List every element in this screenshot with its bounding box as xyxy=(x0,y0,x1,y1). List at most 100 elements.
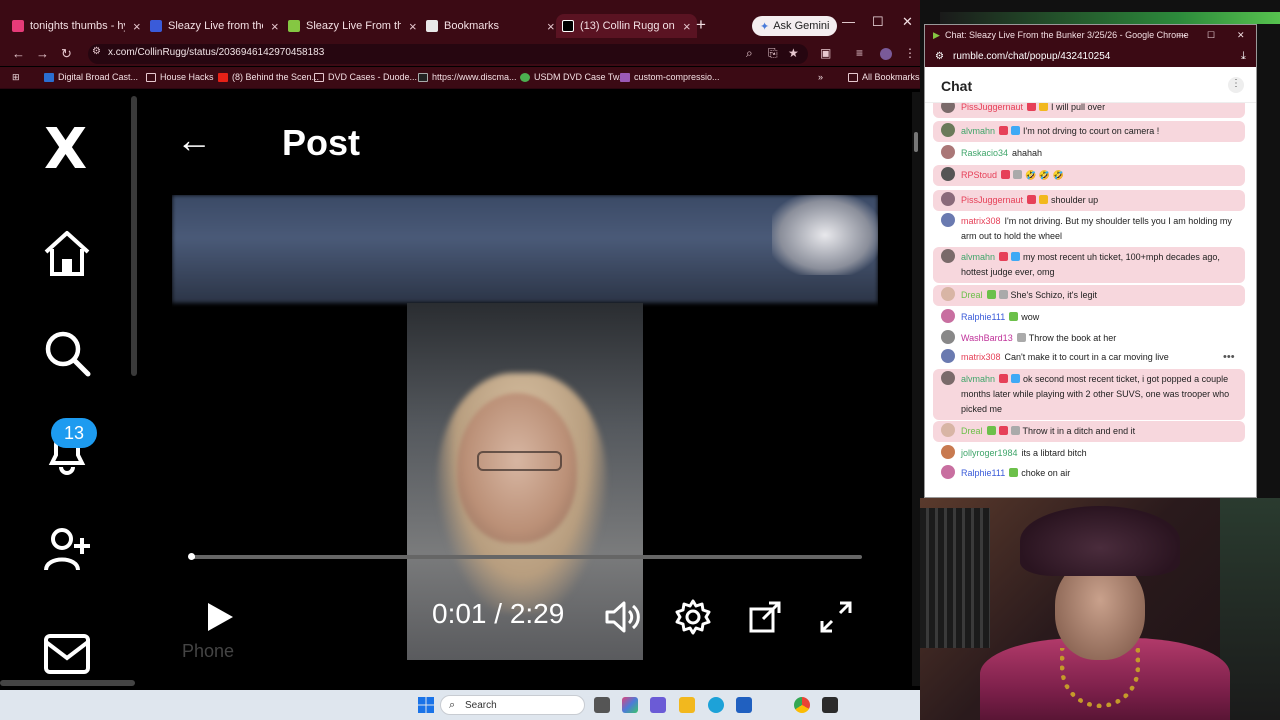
chat-username[interactable]: Dreal xyxy=(961,426,983,436)
video-player[interactable]: 0:01 / 2:29 Phone xyxy=(172,195,878,660)
home-icon[interactable] xyxy=(42,228,92,278)
video-scrubber[interactable] xyxy=(188,553,195,560)
chat-username[interactable]: Ralphie111 xyxy=(961,312,1005,322)
avatar[interactable] xyxy=(941,249,955,263)
chat-username[interactable]: matrix308 xyxy=(961,216,1001,226)
maximize-icon[interactable]: ☐ xyxy=(1207,30,1215,41)
close-tab-icon[interactable]: × xyxy=(133,19,141,34)
url-text[interactable]: x.com/CollinRugg/status/2036946142970458… xyxy=(108,47,324,58)
tab-4[interactable]: Bookmarks × xyxy=(426,14,555,38)
avatar[interactable] xyxy=(941,103,955,113)
chat-message[interactable]: RPStoud 🤣 🤣 🤣 xyxy=(933,165,1245,186)
avatar[interactable] xyxy=(941,465,955,479)
message-options-icon[interactable]: ••• xyxy=(1223,351,1235,363)
side-panel-icon[interactable]: ▣ xyxy=(820,46,831,60)
zoom-icon[interactable]: ⌕ xyxy=(746,46,753,61)
tab-3[interactable]: Sleazy Live From the Bunk × xyxy=(288,14,417,38)
extensions-icon[interactable]: ≡ xyxy=(856,46,863,60)
chat-message-list[interactable]: PissJuggernaut I will pull over alvmahn I'm… xyxy=(925,103,1256,497)
avatar[interactable] xyxy=(941,349,955,363)
reload-icon[interactable]: ↻ xyxy=(61,46,72,62)
chat-username[interactable]: jollyroger1984 xyxy=(961,448,1018,458)
close-tab-icon[interactable]: × xyxy=(409,19,417,34)
search-icon[interactable] xyxy=(42,328,92,378)
video-progress-bar[interactable] xyxy=(188,553,862,560)
close-tab-icon[interactable]: × xyxy=(547,19,555,34)
all-bookmarks[interactable]: All Bookmarks xyxy=(848,72,920,82)
close-tab-icon[interactable]: × xyxy=(271,19,279,34)
chat-message[interactable]: matrix308 I'm not driving. But my shoulde… xyxy=(933,211,1245,247)
messages-icon[interactable] xyxy=(42,628,92,678)
page-scrollbar[interactable] xyxy=(912,92,920,686)
chat-message[interactable]: Ralphie111 wow xyxy=(933,307,1245,328)
chat-message[interactable]: matrix308 Can't make it to court in a car… xyxy=(933,347,1245,368)
store-icon[interactable] xyxy=(736,697,752,713)
chat-message[interactable]: alvmahn my most recent uh ticket, 100+mph… xyxy=(933,247,1245,283)
obs-icon[interactable] xyxy=(822,697,838,713)
chat-username[interactable]: Dreal xyxy=(961,290,983,300)
edge-icon[interactable] xyxy=(708,697,724,713)
chat-url-bar[interactable]: ⚙ rumble.com/chat/popup/432410254 ⤓ xyxy=(925,47,1256,67)
avatar[interactable] xyxy=(941,445,955,459)
close-window-icon[interactable]: ✕ xyxy=(1237,30,1245,41)
bookmark-5[interactable]: https://www.discma... xyxy=(418,72,517,82)
more-bookmarks-icon[interactable]: » xyxy=(818,72,823,82)
forward-icon[interactable]: → xyxy=(36,46,49,61)
chat-username[interactable]: matrix308 xyxy=(961,352,1001,362)
avatar[interactable] xyxy=(941,423,955,437)
settings-gear-icon[interactable] xyxy=(675,599,711,635)
ask-gemini-button[interactable]: ✦ Ask Gemini xyxy=(752,16,838,36)
maximize-icon[interactable]: ☐ xyxy=(872,14,884,30)
download-icon[interactable]: ⤓ xyxy=(1241,50,1246,63)
pip-icon[interactable] xyxy=(747,599,783,635)
chat-username[interactable]: WashBard13 xyxy=(961,333,1013,343)
chat-username[interactable]: Ralphie111 xyxy=(961,468,1005,478)
new-tab-icon[interactable]: + xyxy=(696,15,706,35)
bookmark-1[interactable]: Digital Broad Cast... xyxy=(44,72,138,82)
tab-5-active[interactable]: (13) Collin Rugg on X: "N × xyxy=(556,14,697,38)
chat-message[interactable]: alvmahn I'm not drving to court on camera… xyxy=(933,121,1245,142)
volume-icon[interactable] xyxy=(604,600,642,634)
chat-username[interactable]: RPStoud xyxy=(961,170,997,180)
chat-url-text[interactable]: rumble.com/chat/popup/432410254 xyxy=(953,51,1110,62)
bookmark-star-icon[interactable]: ★ xyxy=(788,46,799,60)
avatar[interactable] xyxy=(941,371,955,385)
avatar[interactable] xyxy=(941,287,955,301)
chat-username[interactable]: alvmahn xyxy=(961,374,995,384)
chat-message[interactable]: WashBard13 Throw the book at her xyxy=(933,328,1245,349)
fullscreen-icon[interactable] xyxy=(818,599,854,635)
menu-icon[interactable]: ⋮ xyxy=(904,46,916,60)
bookmark-4[interactable]: DVD Cases - Duode... xyxy=(314,72,417,82)
avatar[interactable] xyxy=(941,123,955,137)
chat-message[interactable]: jollyroger1984 its a libtard bitch xyxy=(933,443,1245,464)
avatar[interactable] xyxy=(941,192,955,206)
taskbar-search[interactable]: ⌕ Search xyxy=(440,695,585,715)
chat-username[interactable]: PissJuggernaut xyxy=(961,103,1023,112)
apps-icon[interactable]: ⊞ xyxy=(12,72,20,83)
minimize-icon[interactable]: — xyxy=(842,14,855,29)
bookmark-2[interactable]: House Hacks xyxy=(146,72,214,82)
profile-avatar[interactable] xyxy=(880,48,892,60)
chat-username[interactable]: Raskacio34 xyxy=(961,148,1008,158)
chat-message[interactable]: Raskacio34 ahahah xyxy=(933,143,1245,164)
tab-1[interactable]: tonights thumbs - hypen × xyxy=(12,14,141,38)
chat-message[interactable]: Dreal Throw it in a ditch and end it xyxy=(933,421,1245,442)
windows-start-icon[interactable] xyxy=(418,697,434,713)
chat-message[interactable]: Dreal She's Schizo, it's legit xyxy=(933,285,1245,306)
play-icon[interactable] xyxy=(202,600,236,634)
minimize-icon[interactable]: — xyxy=(1177,30,1186,40)
chrome-icon[interactable] xyxy=(794,697,810,713)
avatar[interactable] xyxy=(941,213,955,227)
install-icon[interactable]: ⎘ xyxy=(768,46,778,61)
sidebar-scrollbar[interactable] xyxy=(131,96,137,376)
file-explorer-icon[interactable] xyxy=(594,697,610,713)
teams-icon[interactable] xyxy=(650,697,666,713)
chat-options-icon[interactable]: ⋮ xyxy=(1228,77,1244,93)
bookmark-6[interactable]: USDM DVD Case Tw... xyxy=(520,72,626,82)
scrollbar-thumb[interactable] xyxy=(914,132,918,152)
copilot-icon[interactable] xyxy=(622,697,638,713)
chat-username[interactable]: PissJuggernaut xyxy=(961,195,1023,205)
avatar[interactable] xyxy=(941,330,955,344)
bookmark-7[interactable]: custom-compressio... xyxy=(620,72,720,82)
bookmark-3[interactable]: (8) Behind the Scen... xyxy=(218,72,319,82)
